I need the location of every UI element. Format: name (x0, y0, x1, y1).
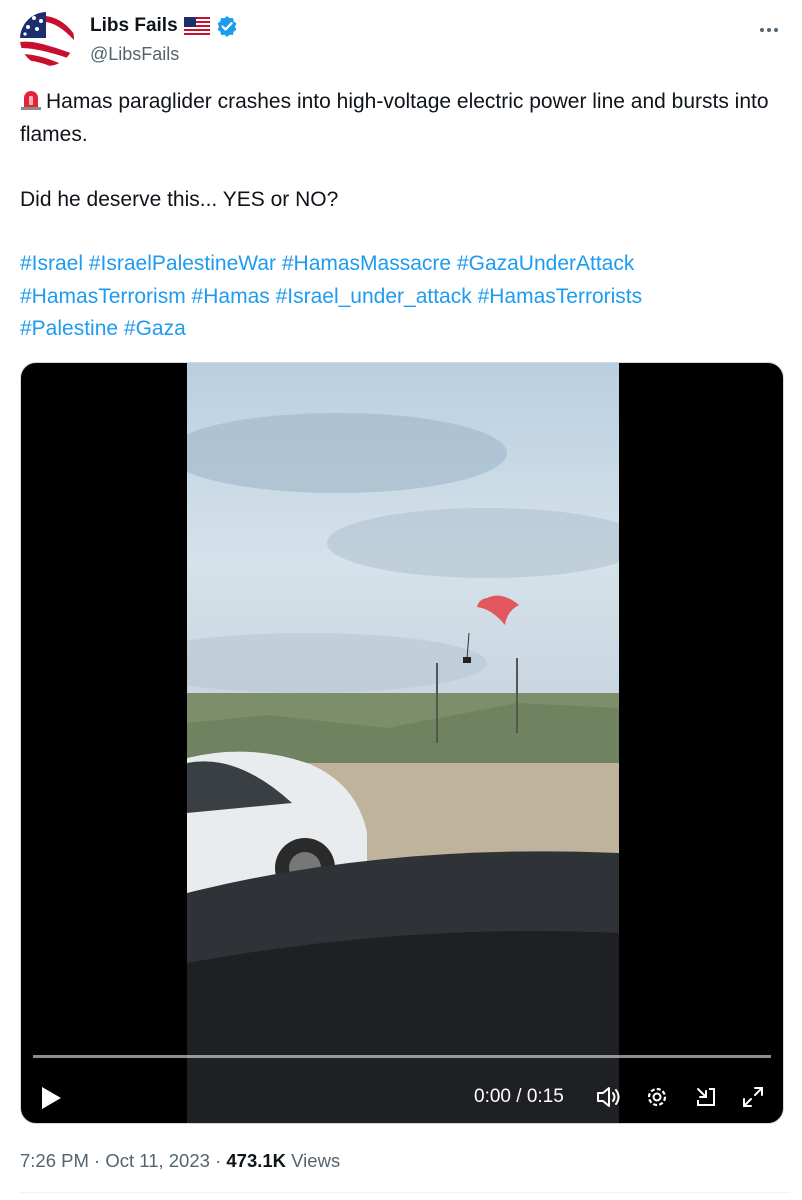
avatar-image (20, 12, 74, 66)
hashtag-link[interactable]: #IsraelPalestineWar (89, 252, 276, 275)
tweet-text-line1: Hamas paraglider crashes into high-volta… (20, 90, 775, 146)
hashtag-list: #Israel #IsraelPalestineWar #HamasMassac… (20, 248, 790, 346)
video-controls: 0:00 / 0:15 (21, 1073, 783, 1121)
divider (20, 1192, 790, 1193)
tweet-meta: 7:26 PM · Oct 11, 2023 · 473.1K Views (20, 1148, 340, 1174)
avatar[interactable] (20, 12, 74, 66)
author-names: Libs Fails @LibsFails (90, 14, 238, 66)
picture-in-picture-icon[interactable] (692, 1083, 720, 1111)
hashtag-link[interactable]: #HamasMassacre (282, 252, 451, 275)
post-date[interactable]: Oct 11, 2023 (105, 1150, 210, 1171)
post-time[interactable]: 7:26 PM (20, 1150, 89, 1171)
hashtag-link[interactable]: #GazaUnderAttack (457, 252, 634, 275)
us-flag-icon (183, 17, 210, 35)
fullscreen-icon[interactable] (739, 1083, 767, 1111)
play-button[interactable] (39, 1085, 63, 1111)
meta-separator: · (94, 1150, 106, 1171)
settings-gear-icon[interactable] (643, 1083, 671, 1111)
volume-icon[interactable] (594, 1083, 622, 1111)
video-progress-bar[interactable] (33, 1055, 771, 1058)
hashtag-link[interactable]: #Israel_under_attack (276, 285, 472, 308)
views-label: Views (291, 1150, 341, 1171)
tweet-text: Hamas paraglider crashes into high-volta… (20, 86, 790, 216)
meta-separator: · (215, 1150, 227, 1171)
hashtag-link[interactable]: #Gaza (124, 317, 186, 340)
verified-badge-icon[interactable] (216, 15, 238, 37)
author-name-row: Libs Fails (90, 14, 238, 38)
hashtag-link[interactable]: #Palestine (20, 317, 118, 340)
more-options-icon[interactable] (754, 18, 784, 42)
tweet-header: Libs Fails @LibsFails (20, 12, 790, 72)
hashtag-link[interactable]: #HamasTerrorists (478, 285, 643, 308)
hashtag-link[interactable]: #HamasTerrorism (20, 285, 186, 308)
tweet-text-line2: Did he deserve this... YES or NO? (20, 187, 339, 211)
video-time: 0:00 / 0:15 (474, 1086, 564, 1107)
video-player[interactable]: 0:00 / 0:15 (20, 362, 784, 1124)
hashtag-link[interactable]: #Israel (20, 252, 83, 275)
views-count: 473.1K (226, 1150, 287, 1171)
hashtag-link[interactable]: #Hamas (192, 285, 270, 308)
rotating-light-icon (20, 89, 42, 111)
video-frame (187, 363, 619, 1123)
display-name[interactable]: Libs Fails (90, 14, 178, 38)
handle[interactable]: @LibsFails (90, 42, 238, 66)
